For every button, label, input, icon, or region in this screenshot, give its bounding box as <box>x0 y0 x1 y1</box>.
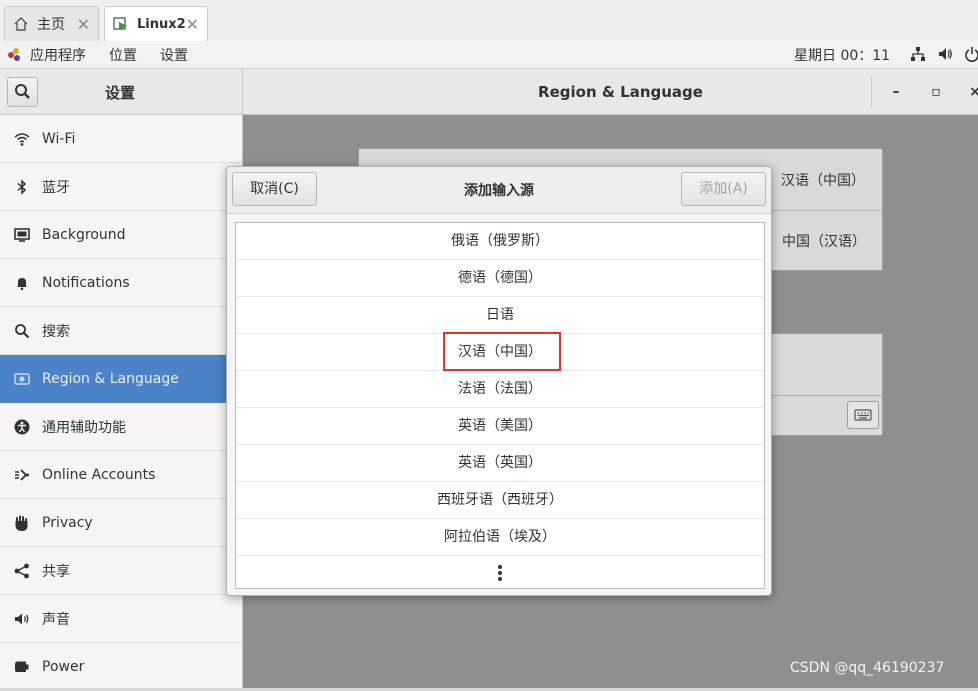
share-icon <box>14 563 30 579</box>
tab-strip: 主页 ✕ Linux2 ✕ <box>0 0 978 42</box>
list-item[interactable]: 俄语（俄罗斯） <box>236 223 764 260</box>
sidebar-item-power[interactable]: Power <box>0 643 242 691</box>
sidebar-item-label: Privacy <box>42 514 93 531</box>
header-separator <box>871 77 872 107</box>
list-item[interactable]: 法语（法国） <box>236 371 764 408</box>
sidebar-item-label: Power <box>42 659 85 675</box>
accessibility-icon <box>14 419 30 435</box>
sidebar-item-wifi[interactable]: Wi-Fi <box>0 115 242 163</box>
list-item[interactable]: 阿拉伯语（埃及） <box>236 519 764 556</box>
sidebar-item-online-accounts[interactable]: Online Accounts <box>0 451 242 499</box>
home-icon <box>13 16 29 32</box>
wifi-icon <box>14 131 30 147</box>
close-icon[interactable]: ✕ <box>186 15 199 34</box>
window-title: Region & Language <box>538 83 703 101</box>
close-button[interactable]: × <box>962 79 978 105</box>
sidebar-item-label: Background <box>42 226 126 243</box>
maximize-button[interactable]: ▫ <box>923 79 949 105</box>
sidebar-item-label: 蓝牙 <box>42 179 70 196</box>
list-item[interactable]: 日语 <box>236 297 764 334</box>
sidebar-item-label: Region & Language <box>42 370 179 387</box>
bell-icon <box>14 275 30 291</box>
sidebar-item-label: Online Accounts <box>42 466 156 483</box>
search-icon <box>14 323 30 339</box>
network-icon[interactable] <box>910 46 926 62</box>
keyboard-layout-button[interactable] <box>847 401 879 429</box>
sidebar-header: 设置 <box>0 69 243 115</box>
list-item[interactable]: 英语（英国） <box>236 445 764 482</box>
window-headerbar: Region & Language – ▫ × <box>243 69 978 115</box>
clock[interactable]: 星期日 00：11 <box>794 45 890 65</box>
background-icon <box>14 227 30 243</box>
power-menu-icon[interactable] <box>964 46 978 62</box>
applications-menu[interactable]: 应用程序 <box>30 45 86 65</box>
list-item-chinese-china[interactable]: 汉语（中国） <box>236 334 764 371</box>
watermark: CSDN @qq_46190237 <box>790 660 945 676</box>
tab-home[interactable]: 主页 ✕ <box>4 6 99 41</box>
places-menu[interactable]: 位置 <box>109 45 137 65</box>
close-icon[interactable]: ✕ <box>77 15 90 34</box>
search-button[interactable] <box>7 77 38 107</box>
keyboard-icon <box>854 409 872 421</box>
settings-sidebar: Wi-Fi 蓝牙 Background Notifications 搜索 Reg… <box>0 115 243 688</box>
sidebar-item-sound[interactable]: 声音 <box>0 595 242 643</box>
sidebar-item-privacy[interactable]: Privacy <box>0 499 242 547</box>
sidebar-item-label: Notifications <box>42 274 130 291</box>
online-accounts-icon <box>14 467 30 483</box>
sidebar-item-notifications[interactable]: Notifications <box>0 259 242 307</box>
add-button[interactable]: 添加(A) <box>681 172 766 206</box>
minimize-button[interactable]: – <box>883 79 909 105</box>
region-icon <box>14 371 30 387</box>
bluetooth-icon <box>14 178 30 195</box>
sidebar-title: 设置 <box>105 84 136 102</box>
apps-menu-icon <box>8 47 22 62</box>
more-languages-button[interactable] <box>236 556 764 588</box>
tab-linux2-label: Linux2 <box>137 16 186 32</box>
tab-home-label: 主页 <box>37 17 65 33</box>
list-item[interactable]: 西班牙语（西班牙） <box>236 482 764 519</box>
list-item[interactable]: 德语（德国） <box>236 260 764 297</box>
language-list: 俄语（俄罗斯） 德语（德国） 日语 汉语（中国） 法语（法国） 英语（美国） 英… <box>235 222 765 589</box>
language-value: 汉语（中国） <box>781 173 865 189</box>
sidebar-item-search[interactable]: 搜索 <box>0 307 242 355</box>
search-icon <box>15 84 30 99</box>
speaker-icon <box>14 611 30 627</box>
formats-value: 中国（汉语） <box>782 234 866 250</box>
sidebar-item-label: 声音 <box>42 611 70 628</box>
add-input-source-dialog: 取消(C) 添加输入源 添加(A) 俄语（俄罗斯） 德语（德国） 日语 汉语（中… <box>226 166 772 596</box>
sidebar-item-sharing[interactable]: 共享 <box>0 547 242 595</box>
vm-icon <box>113 16 129 32</box>
settings-menu[interactable]: 设置 <box>160 45 188 65</box>
sidebar-item-label: Wi-Fi <box>42 130 76 147</box>
sidebar-item-accessibility[interactable]: 通用辅助功能 <box>0 403 242 451</box>
sidebar-item-label: 搜索 <box>42 323 70 340</box>
sidebar-item-background[interactable]: Background <box>0 211 242 259</box>
list-item[interactable]: 英语（美国） <box>236 408 764 445</box>
top-panel: 应用程序 位置 设置 星期日 00：11 <box>0 41 978 69</box>
volume-icon[interactable] <box>937 46 953 62</box>
dialog-header: 取消(C) 添加输入源 添加(A) <box>227 167 771 214</box>
sidebar-item-bluetooth[interactable]: 蓝牙 <box>0 163 242 211</box>
tab-linux2[interactable]: Linux2 ✕ <box>104 6 208 41</box>
sidebar-item-label: 共享 <box>42 563 70 580</box>
power-icon <box>14 659 30 675</box>
hand-icon <box>14 515 30 531</box>
sidebar-item-region-language[interactable]: Region & Language <box>0 355 242 403</box>
sidebar-item-label: 通用辅助功能 <box>42 419 126 436</box>
